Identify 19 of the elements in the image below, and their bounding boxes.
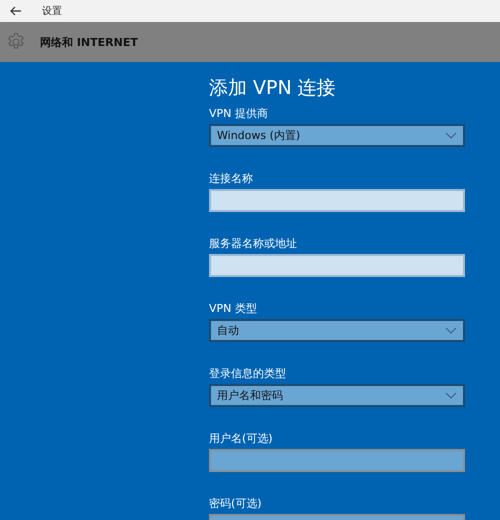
chevron-down-icon [445, 392, 457, 399]
field-label: 服务器名称或地址 [209, 236, 298, 251]
form-title: 添加 VPN 连接 [209, 76, 337, 101]
page-title: 网络和 INTERNET [40, 34, 138, 50]
field-label: 密码(可选) [209, 496, 263, 511]
chevron-down-icon [445, 132, 457, 139]
field-label: 用户名(可选) [209, 431, 274, 446]
field-label: VPN 类型 [209, 301, 258, 316]
field-label: 登录信息的类型 [209, 366, 287, 381]
dropdown[interactable]: Windows (内置) [209, 124, 465, 147]
dropdown[interactable]: 用户名和密码 [209, 384, 465, 407]
back-arrow-icon[interactable] [10, 6, 22, 16]
chevron-down-icon [445, 327, 457, 334]
field-label: VPN 提供商 [209, 106, 269, 121]
input-field[interactable] [209, 189, 465, 212]
window-title: 设置 [42, 4, 62, 18]
input-field[interactable] [209, 254, 465, 277]
dropdown[interactable]: 自动 [209, 319, 465, 342]
field-label: 连接名称 [209, 171, 254, 186]
